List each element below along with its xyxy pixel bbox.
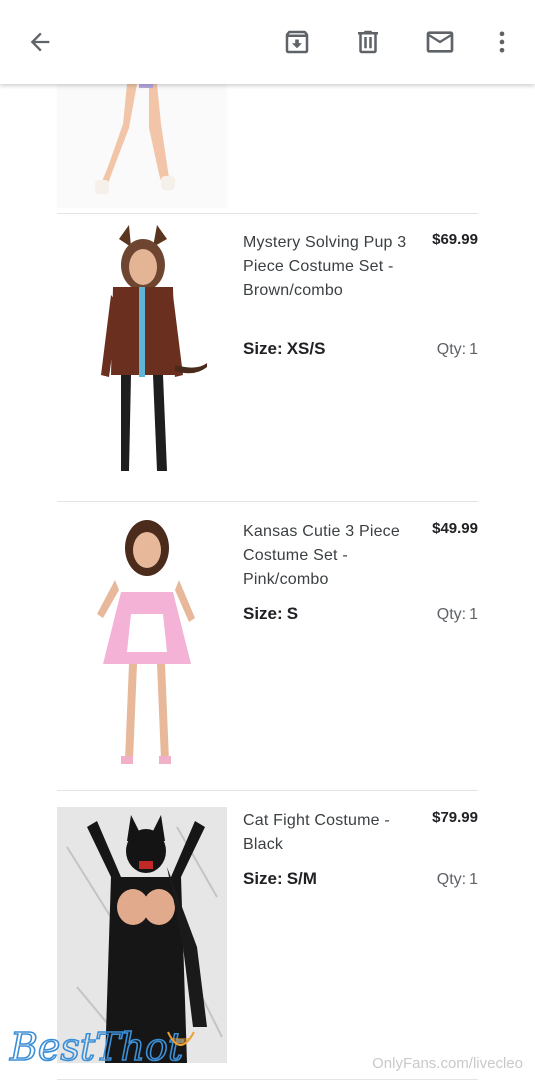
mail-icon (426, 31, 454, 53)
product-price: $69.99 (432, 231, 478, 248)
email-body[interactable]: Mystery Solving Pup 3 Piece Costume Set … (0, 84, 535, 1080)
size-label: Size: (243, 339, 283, 358)
product-size: Size: XS/S (243, 339, 325, 359)
watermark-logo: BestThot (8, 1024, 195, 1070)
qty-label: Qty: (436, 871, 467, 888)
size-label: Size: (243, 869, 283, 888)
product-image (57, 514, 227, 778)
trash-icon (358, 30, 378, 54)
watermark-text: OnlyFans.com/livecleo (372, 1055, 523, 1072)
list-item[interactable]: Kansas Cutie 3 Piece Costume Set - Pink/… (57, 502, 478, 791)
delete-button[interactable] (348, 22, 388, 62)
product-size: Size: S (243, 604, 298, 624)
archive-icon (285, 30, 309, 54)
product-qty: Qty: 1 (437, 341, 478, 359)
arrow-left-icon (30, 32, 50, 52)
product-title: Cat Fight Costume - Black (243, 812, 390, 853)
list-item (57, 84, 478, 214)
size-value: S (286, 604, 299, 623)
qty-value: 1 (469, 341, 478, 358)
product-price: $49.99 (432, 520, 478, 537)
back-button[interactable] (20, 22, 60, 62)
archive-button[interactable] (277, 22, 317, 62)
size-value: S/M (286, 869, 317, 888)
top-app-bar (0, 0, 535, 84)
qty-label: Qty: (436, 341, 467, 358)
qty-label: Qty: (436, 606, 467, 623)
product-size: Size: S/M (243, 869, 317, 889)
watermark-logo-text: BestThot (9, 1025, 184, 1069)
mark-unread-button[interactable] (420, 22, 460, 62)
product-image (57, 84, 227, 208)
qty-value: 1 (469, 871, 478, 888)
size-value: XS/S (286, 339, 326, 358)
product-title: Kansas Cutie 3 Piece Costume Set - Pink/… (243, 523, 400, 588)
list-item[interactable]: Mystery Solving Pup 3 Piece Costume Set … (57, 213, 478, 502)
product-price: $79.99 (432, 809, 478, 826)
size-label: Size: (243, 604, 283, 623)
product-title: Mystery Solving Pup 3 Piece Costume Set … (243, 234, 407, 299)
more-vert-icon (499, 31, 505, 53)
product-qty: Qty: 1 (437, 871, 478, 889)
product-qty: Qty: 1 (437, 606, 478, 624)
qty-value: 1 (469, 606, 478, 623)
more-options-button[interactable] (482, 22, 522, 62)
product-image (57, 225, 227, 489)
